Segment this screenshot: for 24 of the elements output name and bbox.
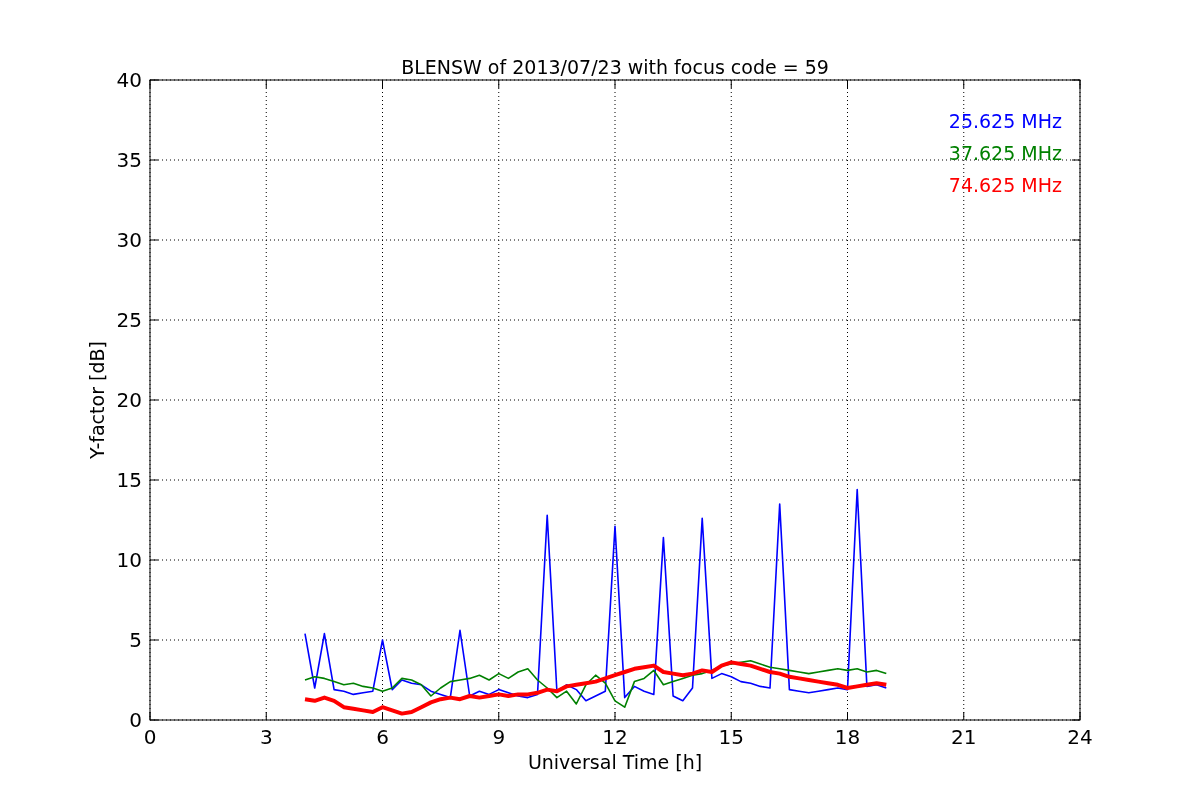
tick-label: 9 <box>492 725 506 749</box>
tick-label: 6 <box>376 725 389 749</box>
tick-label: 20 <box>116 388 142 412</box>
tick-label: 12 <box>602 725 628 749</box>
tick-label: 0 <box>129 708 142 732</box>
tick-label: 0 <box>143 725 157 749</box>
tick-label: 10 <box>116 548 142 572</box>
tick-label: 24 <box>1067 725 1093 749</box>
tick-label: 40 <box>116 68 142 92</box>
chart-title: BLENSW of 2013/07/23 with focus code = 59 <box>401 56 829 78</box>
legend-label: 37.625 MHz <box>948 142 1062 164</box>
legend-label: 25.625 MHz <box>948 110 1062 132</box>
tick-label: 3 <box>259 725 273 749</box>
tick-label: 25 <box>116 308 142 332</box>
legend-label: 74.625 MHz <box>948 174 1062 196</box>
tick-label: 15 <box>116 468 142 492</box>
tick-label: 35 <box>116 148 142 172</box>
tick-label: 30 <box>116 228 142 252</box>
y-axis-label: Y-factor [dB] <box>86 341 108 459</box>
tick-label: 21 <box>951 725 977 749</box>
x-axis-label: Universal Time [h] <box>527 751 703 773</box>
tick-label: 18 <box>834 725 861 749</box>
tick-label: 15 <box>718 725 744 749</box>
tick-label: 5 <box>129 628 142 652</box>
